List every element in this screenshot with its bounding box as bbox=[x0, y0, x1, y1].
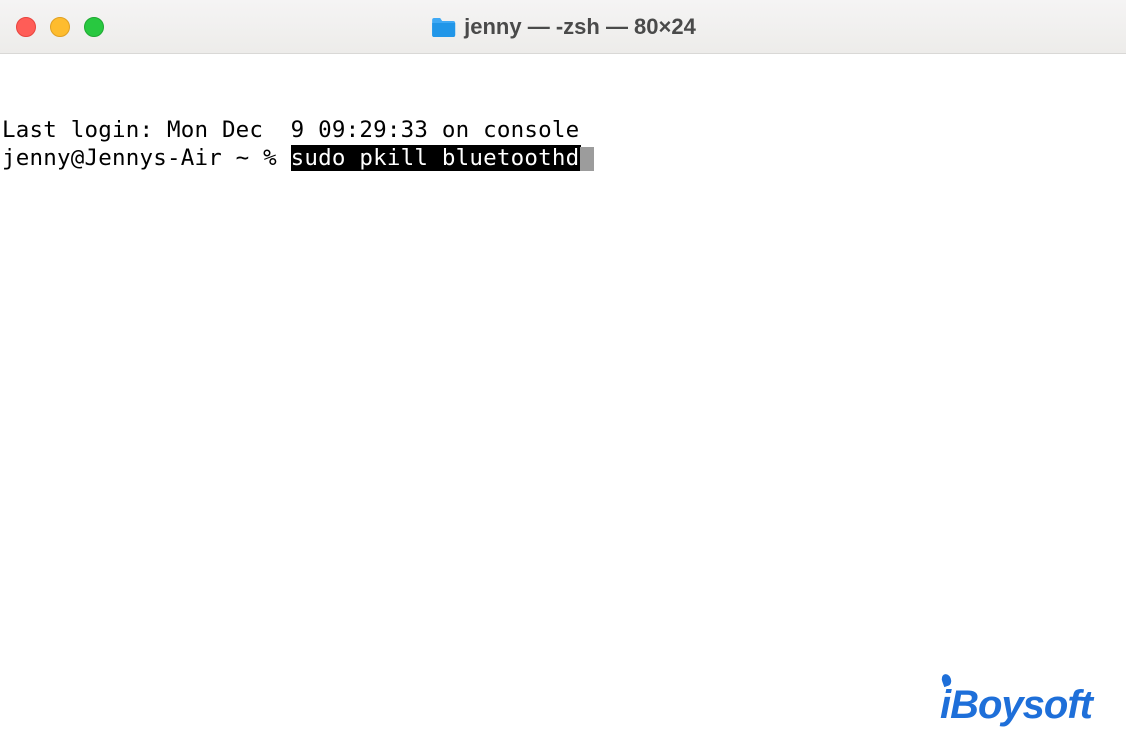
command-text: sudo pkill bluetoothd bbox=[291, 145, 582, 171]
minimize-button[interactable] bbox=[50, 17, 70, 37]
last-login-line: Last login: Mon Dec 9 09:29:33 on consol… bbox=[2, 116, 1124, 144]
watermark-logo: iBoysoft bbox=[940, 683, 1092, 728]
window-title-group: jenny — -zsh — 80×24 bbox=[430, 14, 696, 40]
close-button[interactable] bbox=[16, 17, 36, 37]
terminal-window: jenny — -zsh — 80×24 Last login: Mon Dec… bbox=[0, 0, 1126, 736]
window-title: jenny — -zsh — 80×24 bbox=[464, 14, 696, 40]
watermark-text: Boysoft bbox=[950, 683, 1092, 727]
zoom-button[interactable] bbox=[84, 17, 104, 37]
shell-prompt: jenny@Jennys-Air ~ % bbox=[2, 145, 291, 171]
traffic-lights bbox=[16, 17, 104, 37]
terminal-body[interactable]: Last login: Mon Dec 9 09:29:33 on consol… bbox=[0, 54, 1126, 736]
window-titlebar[interactable]: jenny — -zsh — 80×24 bbox=[0, 0, 1126, 54]
prompt-line: jenny@Jennys-Air ~ % sudo pkill bluetoot… bbox=[2, 144, 1124, 172]
folder-icon bbox=[430, 16, 456, 38]
terminal-cursor bbox=[580, 147, 594, 171]
